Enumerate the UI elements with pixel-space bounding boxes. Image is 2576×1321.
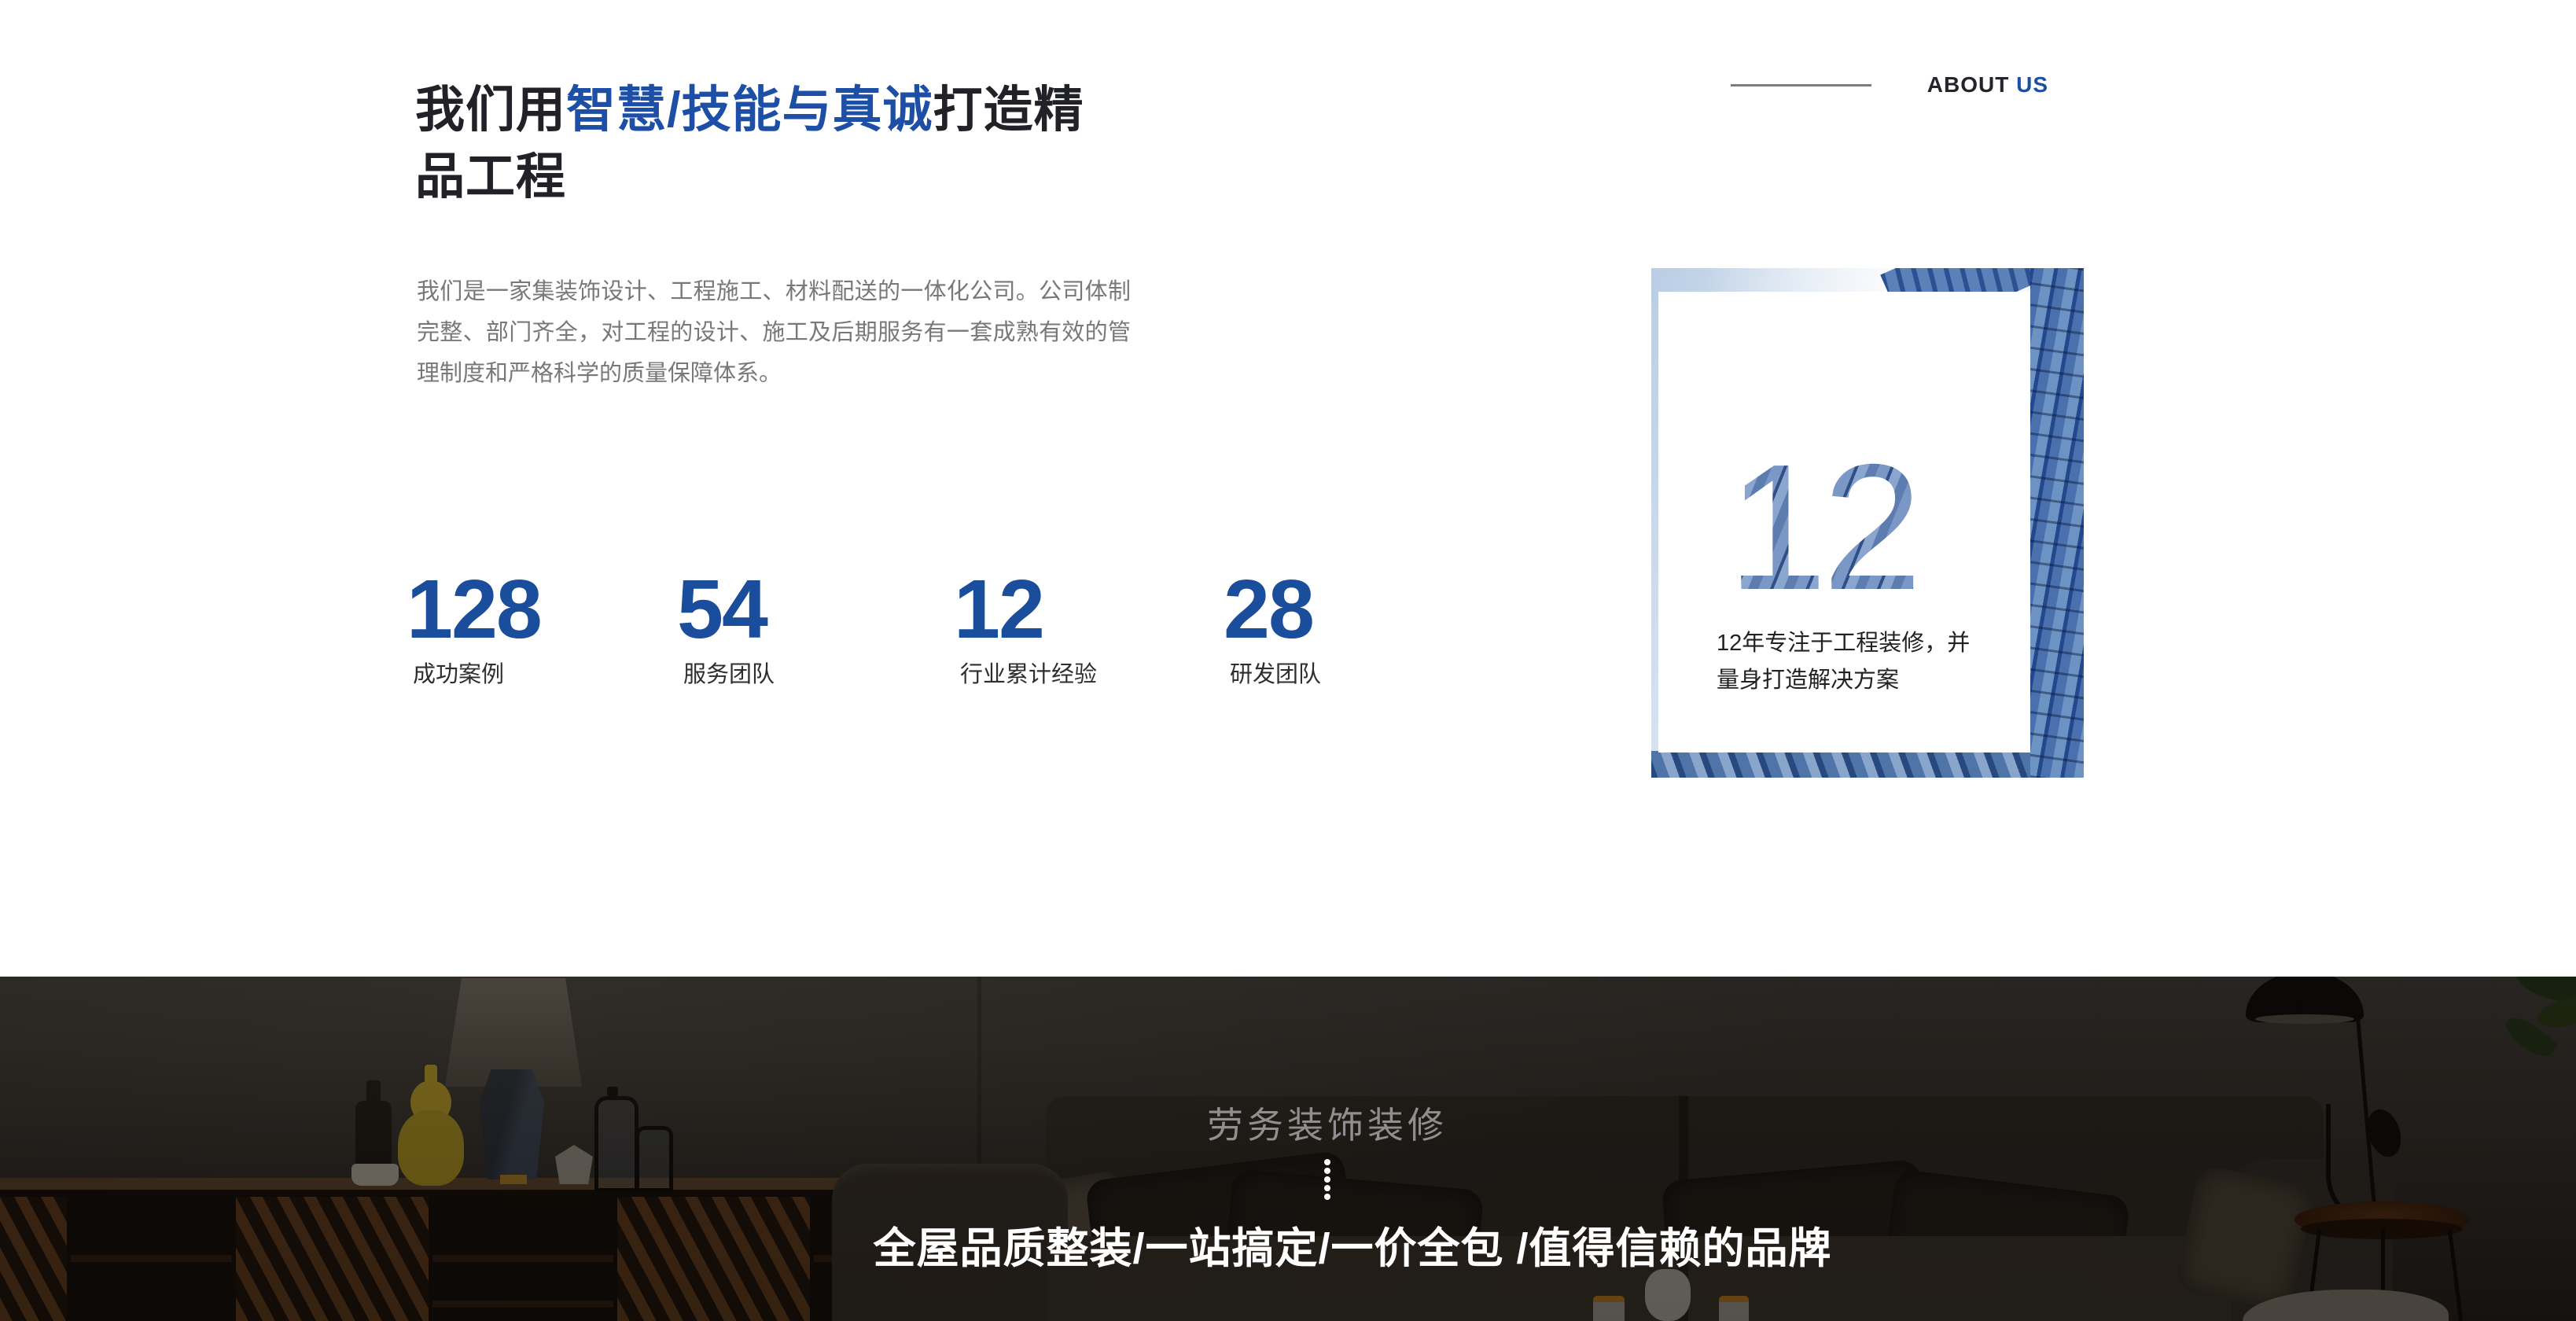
page: 我们用智慧/技能与真诚打造精品工程 我们是一家集装饰设计、工程施工、材料配送的一… — [0, 0, 2576, 1321]
stat-label: 成功案例 — [413, 664, 541, 686]
dot — [1324, 1159, 1330, 1165]
stat-value: 28 — [1224, 568, 1321, 651]
building-facade-right — [2030, 268, 2084, 778]
card-white-panel: 12 12年专注于工程装修，并量身打造解决方案 — [1658, 292, 2030, 752]
title-highlight: 智慧/技能与真诚 — [566, 83, 933, 138]
years-big-number: 12 — [1728, 438, 1918, 617]
hero-headline: 全屋品质整装/一站搞定/一价全包 /值得信赖的品牌 — [873, 1225, 1831, 1272]
divider-line — [1731, 84, 1871, 86]
about-section: 我们用智慧/技能与真诚打造精品工程 我们是一家集装饰设计、工程施工、材料配送的一… — [0, 0, 2576, 977]
section-title: 我们用智慧/技能与真诚打造精品工程 — [415, 77, 1127, 211]
about-us-label: ABOUT US — [1731, 69, 2048, 101]
stat-value: 54 — [677, 568, 775, 651]
stat-industry-experience: 12 行业累计经验 — [954, 568, 1097, 686]
building-photo-card: 12 12年专注于工程装修，并量身打造解决方案 — [1651, 268, 2084, 778]
us-word: US — [2016, 72, 2048, 97]
dot — [1324, 1176, 1330, 1183]
stat-rd-teams: 28 研发团队 — [1224, 568, 1321, 686]
stat-service-teams: 54 服务团队 — [677, 568, 775, 686]
about-word: ABOUT — [1927, 72, 2010, 97]
stat-value: 12 — [954, 568, 1097, 651]
hero-subtitle: 劳务装饰装修 — [1207, 1106, 1448, 1145]
dotted-divider — [1324, 1159, 1330, 1200]
years-caption: 12年专注于工程装修，并量身打造解决方案 — [1717, 625, 1985, 699]
stat-success-cases: 128 成功案例 — [407, 568, 541, 686]
stat-label: 服务团队 — [683, 664, 775, 686]
stat-value: 128 — [407, 568, 541, 651]
dot — [1324, 1185, 1330, 1191]
dot — [1324, 1194, 1330, 1200]
dot — [1324, 1168, 1330, 1174]
building-facade-bottom — [1651, 751, 2030, 778]
title-pre: 我们用 — [415, 83, 566, 138]
stat-label: 研发团队 — [1230, 664, 1321, 686]
hero-banner: 劳务装饰装修 全屋品质整装/一站搞定/一价全包 /值得信赖的品牌 — [0, 977, 2576, 1321]
company-description: 我们是一家集装饰设计、工程施工、材料配送的一体化公司。公司体制完整、部门齐全，对… — [417, 271, 1131, 394]
stat-label: 行业累计经验 — [960, 664, 1097, 686]
